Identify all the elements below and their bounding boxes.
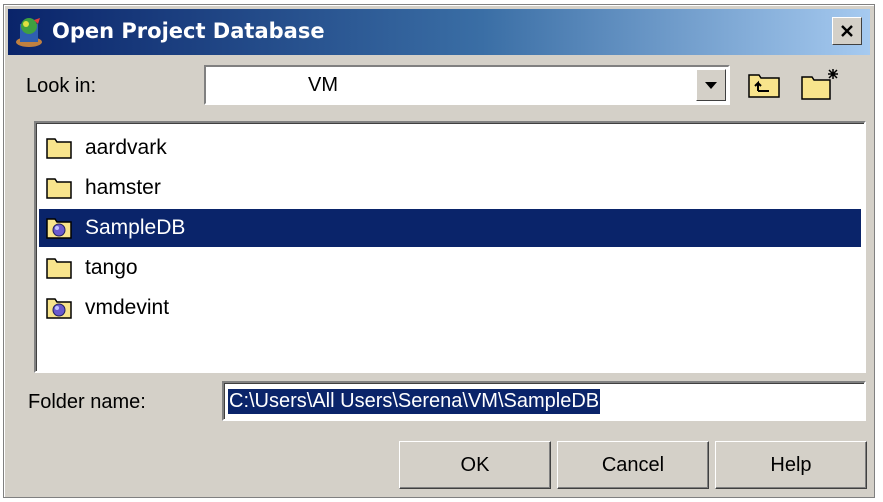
look-in-value: VM xyxy=(308,74,338,96)
new-folder-button[interactable] xyxy=(798,63,842,105)
ok-button[interactable]: OK xyxy=(399,441,551,489)
database-folder-icon xyxy=(46,298,72,319)
folder-name-label: Folder name: xyxy=(28,391,146,413)
chevron-down-icon xyxy=(705,82,717,89)
title-bar[interactable]: Open Project Database xyxy=(8,9,870,55)
list-item[interactable]: tango xyxy=(39,249,861,287)
folder-list[interactable]: aardvark hamster SampleDB tango vmdevint xyxy=(34,121,866,373)
folder-icon xyxy=(46,138,72,159)
list-item-selected[interactable]: SampleDB xyxy=(39,209,861,247)
folder-name-field[interactable]: C:\Users\All Users\Serena\VM\SampleDB xyxy=(222,381,866,421)
list-item[interactable]: hamster xyxy=(39,169,861,207)
dropdown-arrow-button[interactable] xyxy=(696,69,726,101)
list-item-label: SampleDB xyxy=(85,216,186,239)
new-folder-icon xyxy=(801,69,838,100)
list-item[interactable]: vmdevint xyxy=(39,289,861,327)
up-one-level-button[interactable] xyxy=(742,63,786,105)
close-button[interactable] xyxy=(832,17,862,45)
folder-icon xyxy=(46,178,72,199)
list-item-label: aardvark xyxy=(85,136,167,159)
folder-name-value: C:\Users\All Users\Serena\VM\SampleDB xyxy=(228,389,601,414)
list-item-label: hamster xyxy=(85,176,161,199)
list-item-label: vmdevint xyxy=(85,296,170,319)
folder-icon xyxy=(46,258,72,279)
open-project-database-dialog: Open Project Database Look in: VM aardva… xyxy=(3,4,875,498)
list-item-label: tango xyxy=(85,256,138,279)
database-folder-icon xyxy=(46,218,72,239)
help-button[interactable]: Help xyxy=(715,441,867,489)
close-icon xyxy=(841,25,853,37)
app-icon xyxy=(16,18,42,47)
cancel-button[interactable]: Cancel xyxy=(557,441,709,489)
up-one-level-icon xyxy=(748,74,780,98)
list-item[interactable]: aardvark xyxy=(39,129,861,167)
look-in-label: Look in: xyxy=(26,75,97,97)
dialog-title: Open Project Database xyxy=(52,19,325,43)
look-in-dropdown[interactable]: VM xyxy=(204,65,730,105)
